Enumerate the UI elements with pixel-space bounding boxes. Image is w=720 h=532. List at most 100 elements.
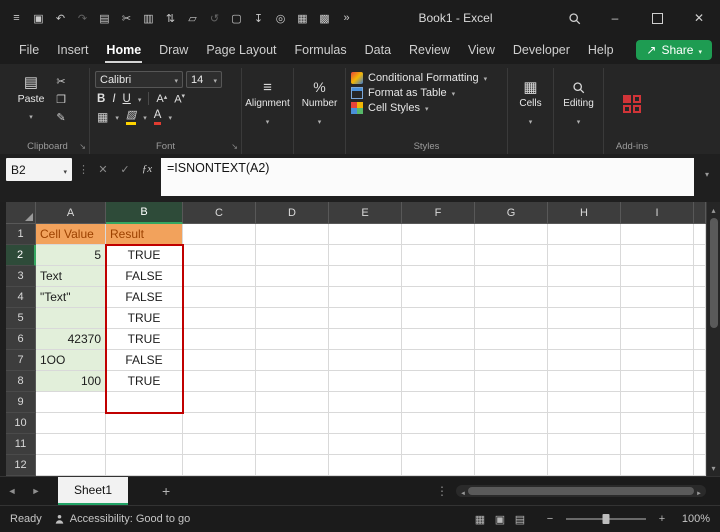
cell-e10[interactable] xyxy=(329,413,402,434)
minimize-button[interactable]: – xyxy=(594,0,636,36)
italic-button[interactable]: I xyxy=(112,93,115,105)
cut-icon[interactable]: ✂ xyxy=(51,75,71,88)
cell-e6[interactable] xyxy=(329,329,402,350)
row-header-7[interactable]: 7 xyxy=(6,350,36,371)
chevron-down-icon[interactable] xyxy=(115,111,119,123)
scroll-down-icon[interactable] xyxy=(711,462,715,474)
cell-i11[interactable] xyxy=(621,434,694,455)
row-header-11[interactable]: 11 xyxy=(6,434,36,455)
cell-g3[interactable] xyxy=(475,266,548,287)
menu-tab-developer[interactable]: Developer xyxy=(504,36,579,64)
horizontal-scrollbar[interactable] xyxy=(456,485,706,497)
zoom-out-icon[interactable]: − xyxy=(541,513,559,525)
cell-b5[interactable]: TRUE xyxy=(106,308,183,329)
bold-button[interactable]: B xyxy=(97,93,105,105)
cell-f3[interactable] xyxy=(402,266,475,287)
add-ins-button[interactable] xyxy=(609,71,655,138)
menu-tab-page-layout[interactable]: Page Layout xyxy=(197,36,285,64)
camera-icon[interactable]: ◎ xyxy=(270,6,291,30)
tab-bar-menu-icon[interactable]: ⋮ xyxy=(436,484,448,498)
cell-b11[interactable] xyxy=(106,434,183,455)
cell-a6[interactable]: 42370 xyxy=(36,329,106,350)
horizontal-scrollbar-thumb[interactable] xyxy=(468,487,694,495)
menu-tab-file[interactable]: File xyxy=(10,36,48,64)
undo-icon[interactable]: ↶ xyxy=(50,6,71,30)
sheet-tab-sheet1[interactable]: Sheet1 xyxy=(58,477,129,505)
cell-g10[interactable] xyxy=(475,413,548,434)
cell-g6[interactable] xyxy=(475,329,548,350)
cell-f9[interactable] xyxy=(402,392,475,413)
cell-i6[interactable] xyxy=(621,329,694,350)
column-header-d[interactable]: D xyxy=(256,202,329,224)
zoom-slider-thumb[interactable] xyxy=(602,514,610,524)
number-button[interactable]: Number xyxy=(299,71,340,138)
cell-g4[interactable] xyxy=(475,287,548,308)
clipboard-dialog-launcher-icon[interactable] xyxy=(79,142,86,151)
cell-a8[interactable]: 100 xyxy=(36,371,106,392)
row-header-12[interactable]: 12 xyxy=(6,455,36,476)
normal-view-icon[interactable]: ▦ xyxy=(471,513,489,526)
increase-font-size-button[interactable]: A xyxy=(156,93,167,105)
column-header-a[interactable]: A xyxy=(36,202,106,224)
cell-h12[interactable] xyxy=(548,455,621,476)
cell-f11[interactable] xyxy=(402,434,475,455)
cell-styles-button[interactable]: Cell Styles xyxy=(351,102,502,114)
cell-d12[interactable] xyxy=(256,455,329,476)
column-header-b[interactable]: B xyxy=(106,202,183,224)
cell-c2[interactable] xyxy=(183,245,256,266)
column-header-e[interactable]: E xyxy=(329,202,402,224)
cell-b2[interactable]: TRUE xyxy=(106,245,183,266)
cell-i2[interactable] xyxy=(621,245,694,266)
cell-a7[interactable]: 1OO xyxy=(36,350,106,371)
cell-b8[interactable]: TRUE xyxy=(106,371,183,392)
column-header-c[interactable]: C xyxy=(183,202,256,224)
copy-icon[interactable]: ❐ xyxy=(51,93,71,106)
paste-button[interactable]: Paste xyxy=(11,71,51,138)
cell-g12[interactable] xyxy=(475,455,548,476)
conditional-formatting-button[interactable]: Conditional Formatting xyxy=(351,72,502,84)
cell-b6[interactable]: TRUE xyxy=(106,329,183,350)
cell-d3[interactable] xyxy=(256,266,329,287)
cell-e12[interactable] xyxy=(329,455,402,476)
scroll-right-icon[interactable] xyxy=(694,484,704,498)
select-all-corner[interactable] xyxy=(6,202,36,224)
cell-h1[interactable] xyxy=(548,224,621,245)
cell-g1[interactable] xyxy=(475,224,548,245)
cell-d4[interactable] xyxy=(256,287,329,308)
previous-sheet-icon[interactable]: ◄ xyxy=(0,486,24,496)
cell-h6[interactable] xyxy=(548,329,621,350)
column-header-f[interactable]: F xyxy=(402,202,475,224)
save-icon[interactable]: ▣ xyxy=(28,6,49,30)
more-commands-icon[interactable]: » xyxy=(336,6,357,30)
cell-g9[interactable] xyxy=(475,392,548,413)
cell-c9[interactable] xyxy=(183,392,256,413)
cell-i8[interactable] xyxy=(621,371,694,392)
cell-c8[interactable] xyxy=(183,371,256,392)
maximize-button[interactable] xyxy=(636,0,678,36)
sort-icon[interactable]: ⇅ xyxy=(160,6,181,30)
cell-a2[interactable]: 5 xyxy=(36,245,106,266)
chevron-down-icon[interactable] xyxy=(168,111,172,123)
cell-d2[interactable] xyxy=(256,245,329,266)
cell-i9[interactable] xyxy=(621,392,694,413)
cell-b1[interactable]: Result xyxy=(106,224,183,245)
customize-toolbar-icon[interactable]: ≡ xyxy=(6,6,27,30)
cell-b10[interactable] xyxy=(106,413,183,434)
cell-h2[interactable] xyxy=(548,245,621,266)
cell-d6[interactable] xyxy=(256,329,329,350)
cell-d7[interactable] xyxy=(256,350,329,371)
cell-e5[interactable] xyxy=(329,308,402,329)
cell-d8[interactable] xyxy=(256,371,329,392)
cell-i3[interactable] xyxy=(621,266,694,287)
cell-f12[interactable] xyxy=(402,455,475,476)
formula-input[interactable]: =ISNONTEXT(A2) xyxy=(161,158,694,196)
cell-e11[interactable] xyxy=(329,434,402,455)
vertical-scrollbar-thumb[interactable] xyxy=(709,218,718,328)
zoom-in-icon[interactable]: + xyxy=(653,513,671,525)
cell-d1[interactable] xyxy=(256,224,329,245)
search-icon[interactable] xyxy=(554,0,594,36)
cell-a9[interactable] xyxy=(36,392,106,413)
font-color-button[interactable]: A xyxy=(153,109,162,125)
cell-f4[interactable] xyxy=(402,287,475,308)
cell-a12[interactable] xyxy=(36,455,106,476)
